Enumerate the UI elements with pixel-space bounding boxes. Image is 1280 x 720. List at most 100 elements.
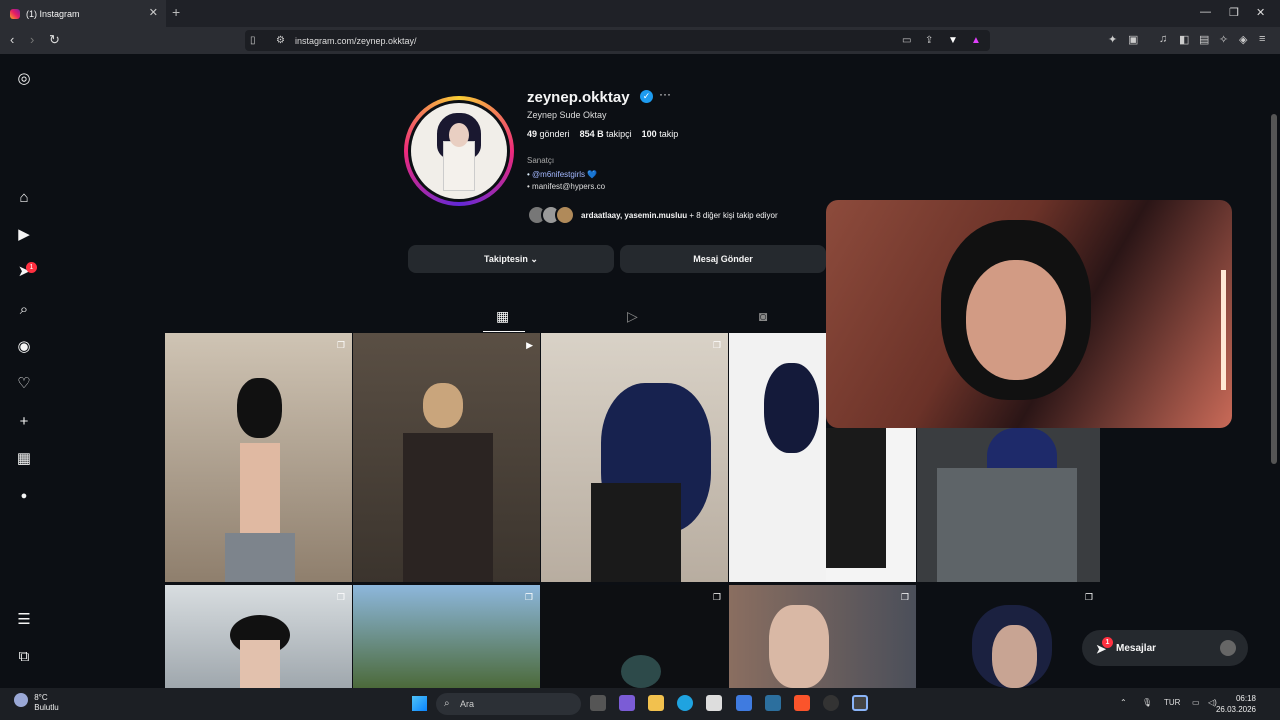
brave-icon[interactable] — [794, 695, 810, 711]
network-icon[interactable]: ▭ — [1192, 698, 1200, 707]
post-thumbnail[interactable]: ❐ — [165, 333, 352, 582]
windows-start-icon[interactable] — [412, 696, 427, 711]
post-thumbnail[interactable]: ▶ — [353, 333, 540, 582]
browser-tab[interactable]: (1) Instagram ✕ — [0, 0, 166, 27]
search-icon[interactable]: ⌕ — [14, 299, 34, 319]
webcam-overlay — [826, 200, 1232, 428]
profile-avatar[interactable] — [404, 96, 514, 206]
reload-icon[interactable]: ↻ — [49, 32, 60, 48]
tab-search-icon[interactable]: ▣ — [1128, 33, 1138, 46]
carousel-icon: ❐ — [900, 592, 909, 602]
weather-cloud-icon — [14, 693, 28, 707]
window-close-icon[interactable]: ✕ — [1256, 6, 1265, 19]
mail-icon[interactable] — [736, 695, 752, 711]
cast-icon[interactable]: ▭ — [902, 35, 911, 46]
bookmark-icon[interactable]: ▯ — [250, 35, 256, 46]
notification-badge: 1 — [26, 262, 37, 273]
forward-icon[interactable]: › — [30, 32, 34, 47]
post-thumbnail[interactable] — [917, 428, 1100, 582]
edge-icon[interactable] — [677, 695, 693, 711]
home-icon[interactable]: ⌂ — [14, 187, 34, 207]
wallet-icon[interactable]: ▤ — [1199, 33, 1209, 46]
profile-username: zeynep.okktay — [527, 89, 630, 106]
rewards-icon[interactable]: ▲ — [971, 35, 981, 46]
menu-icon[interactable]: ≡ — [1259, 33, 1265, 45]
messages-pill[interactable]: ➤ 1 Mesajlar — [1082, 630, 1248, 666]
profile-avatar-icon[interactable]: ● — [14, 486, 34, 506]
search-icon: ⌕ — [444, 698, 450, 709]
leo-ai-icon[interactable]: ✧ — [1219, 33, 1228, 46]
minimize-icon[interactable]: — — [1200, 6, 1211, 18]
following-label[interactable]: takip — [659, 129, 678, 139]
following-count[interactable]: 100 — [642, 129, 657, 139]
browser-tab-bar: (1) Instagram ✕ + — ❐ ✕ — [0, 0, 1280, 27]
notifications-heart-icon[interactable]: ♡ — [14, 373, 34, 393]
posts-label: gönderi — [539, 129, 570, 139]
create-icon[interactable]: + — [14, 411, 34, 431]
new-tab-icon[interactable]: + — [172, 4, 180, 20]
share-icon[interactable]: ⇪ — [925, 35, 933, 46]
page-scrollbar[interactable] — [1271, 114, 1277, 464]
bio-link-line: • @m6nifestgirls 💙 — [527, 170, 598, 179]
mutual-followers[interactable]: ardaatlaay, yasemin.musluu + 8 diğer kiş… — [527, 204, 778, 226]
tab-reels-icon[interactable]: ▷ — [627, 308, 638, 325]
also-from-meta-icon[interactable]: ⧉ — [14, 646, 34, 666]
messages-label: Mesajlar — [1116, 642, 1157, 654]
back-icon[interactable]: ‹ — [10, 32, 14, 47]
profile-options-icon[interactable]: ··· — [659, 87, 671, 101]
url-text: instagram.com/zeynep.okktay/ — [295, 35, 417, 46]
brave-shield-icon[interactable]: ▼ — [948, 35, 958, 46]
post-thumbnail[interactable]: ❐ — [541, 585, 728, 688]
obs-icon[interactable] — [823, 695, 839, 711]
post-thumbnail[interactable]: ❐ — [729, 585, 916, 688]
steam-icon[interactable] — [765, 695, 781, 711]
post-thumbnail[interactable]: ❐ — [541, 333, 728, 582]
more-menu-icon[interactable]: ☰ — [14, 609, 34, 629]
tab-posts-grid-icon[interactable]: ▦ — [496, 308, 509, 325]
post-thumbnail[interactable]: ❐ — [353, 585, 540, 688]
store-icon[interactable] — [706, 695, 722, 711]
posts-count: 49 — [527, 129, 538, 139]
weather-desc: Bulutlu — [34, 703, 59, 712]
mutual-suffix: + 8 diğer kişi takip ediyor — [689, 210, 778, 220]
media-icon[interactable]: ♫ — [1159, 33, 1167, 45]
dashboard-icon[interactable]: ▦ — [14, 448, 34, 468]
restore-icon[interactable]: ❐ — [1229, 6, 1239, 19]
carousel-icon: ❐ — [712, 592, 721, 602]
tab-tagged-icon[interactable]: ◙ — [759, 308, 767, 324]
file-explorer-icon[interactable] — [648, 695, 664, 711]
following-button[interactable]: Takiptesin ⌄ — [408, 245, 614, 273]
post-thumbnail-continued[interactable] — [826, 428, 916, 582]
avatar — [1220, 640, 1236, 656]
site-info-icon[interactable]: ⚙ — [276, 35, 285, 46]
sidebar-toggle-icon[interactable]: ◧ — [1179, 33, 1189, 46]
post-thumbnail[interactable]: ❐ — [165, 585, 352, 688]
profile-category: Sanatçı — [527, 156, 555, 165]
bio-mention-link[interactable]: @m6nifestgirls — [532, 170, 585, 179]
vpn-icon[interactable]: ◈ — [1239, 33, 1247, 46]
taskbar-clock[interactable]: 06:18 26.03.2026 — [1216, 693, 1256, 715]
post-thumbnail[interactable]: ❐ — [917, 585, 1100, 688]
bio-email: • manifest@hypers.co — [527, 182, 606, 191]
taskbar-search[interactable]: ⌕ Ara — [436, 693, 581, 715]
microphone-icon[interactable]: 🎙 — [1142, 698, 1152, 707]
explore-icon[interactable]: ◉ — [14, 336, 34, 356]
instagram-logo-icon[interactable]: ◎ — [14, 68, 34, 88]
language-indicator[interactable]: TUR — [1164, 698, 1180, 707]
post-thumbnail[interactable] — [729, 333, 826, 582]
verified-badge-icon: ✓ — [640, 90, 653, 103]
close-tab-icon[interactable]: ✕ — [149, 6, 158, 19]
messages-badge: 1 — [1102, 637, 1113, 648]
followers-label[interactable]: takipçi — [606, 129, 632, 139]
taskbar-app-icon[interactable] — [619, 695, 635, 711]
send-message-button[interactable]: Mesaj Gönder — [620, 245, 826, 273]
followers-count[interactable]: 854 B — [580, 129, 604, 139]
task-view-icon[interactable] — [590, 695, 606, 711]
capcut-icon[interactable] — [852, 695, 868, 711]
extensions-icon[interactable]: ✦ — [1108, 33, 1117, 46]
tray-chevron-up-icon[interactable]: ⌃ — [1120, 698, 1127, 707]
taskbar-search-placeholder: Ara — [460, 699, 475, 709]
reels-icon[interactable]: ▶ — [14, 224, 34, 244]
weather-widget[interactable]: 8°C Bulutlu — [14, 693, 59, 713]
address-bar[interactable]: ▯ ⚙ instagram.com/zeynep.okktay/ ▭ ⇪ ▼ ▲ — [245, 30, 990, 51]
